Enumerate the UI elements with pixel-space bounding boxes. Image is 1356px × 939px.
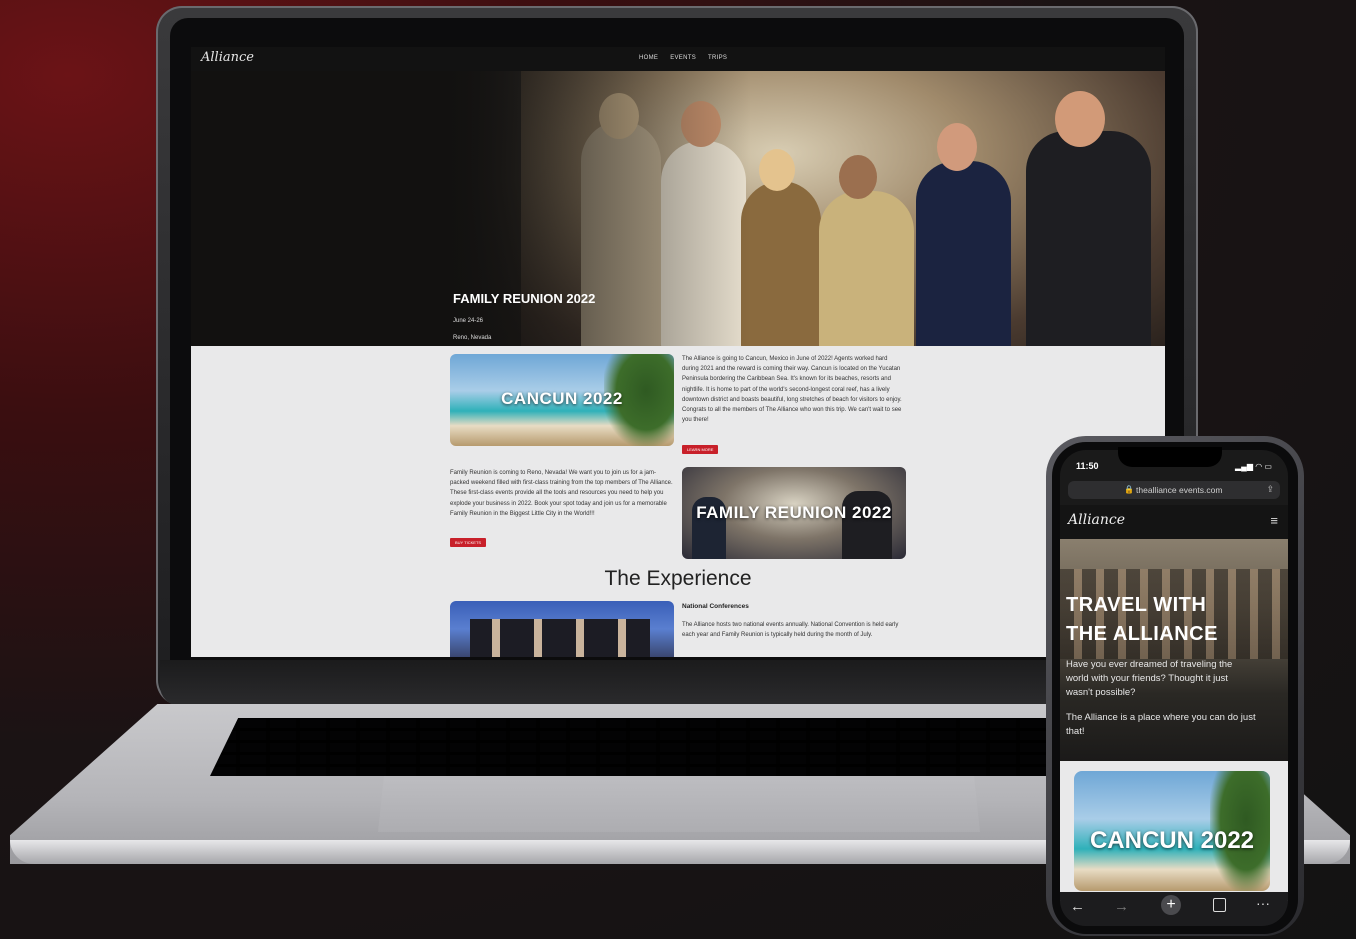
mobile-logo[interactable]: Alliance (1068, 512, 1125, 528)
address-bar[interactable]: 🔒 thealliance events.com ⇪ (1068, 481, 1280, 499)
reunion-image-label: FAMILY REUNION 2022 (696, 503, 892, 522)
experience-heading: The Experience (604, 567, 752, 590)
conferences-subtitle: National Conferences (682, 603, 749, 610)
hero-location: Reno, Nevada (453, 335, 492, 341)
site-logo[interactable]: Alliance (201, 50, 254, 65)
nav-links: HOME EVENTS TRIPS (639, 55, 727, 61)
cancun-image-label: CANCUN 2022 (501, 389, 623, 408)
nav-trips[interactable]: TRIPS (708, 55, 727, 61)
conference-image[interactable] (450, 601, 674, 657)
address-url: thealliance events.com (1136, 485, 1223, 495)
share-icon[interactable]: ⇪ (1266, 484, 1274, 495)
mobile-hero-title: TRAVEL WITH THE ALLIANCE (1066, 594, 1218, 645)
mobile-navbar: Alliance ≡ (1060, 505, 1288, 539)
lock-icon: 🔒 (1124, 485, 1134, 494)
nav-home[interactable]: HOME (639, 55, 658, 61)
laptop-keyboard (210, 718, 1148, 776)
cancun-text: The Alliance is going to Cancun, Mexico … (682, 356, 902, 424)
conferences-text: The Alliance hosts two national events a… (682, 622, 899, 639)
new-tab-icon[interactable]: + (1161, 895, 1181, 915)
mobile-cancun-label: CANCUN 2022 (1089, 827, 1255, 854)
phone-notch (1118, 447, 1222, 467)
more-options-icon[interactable]: ··· (1256, 895, 1270, 911)
mobile-hero-text: Have you ever dreamed of traveling the w… (1066, 659, 1233, 698)
hero-dates: June 24-26 (453, 318, 484, 324)
reunion-text: Family Reunion is coming to Reno, Nevada… (450, 470, 673, 517)
hamburger-menu-icon[interactable]: ≡ (1270, 513, 1278, 528)
status-time: 11:50 (1076, 461, 1099, 471)
mobile-cancun-image[interactable]: CANCUN 2022 (1074, 771, 1270, 891)
reunion-image[interactable]: FAMILY REUNION 2022 (682, 467, 906, 559)
hero-banner: FAMILY REUNION 2022 June 24-26 Reno, Nev… (191, 71, 1165, 346)
mobile-hero-text-2: The Alliance is a place where you can do… (1066, 712, 1256, 737)
desktop-navbar: Alliance HOME EVENTS TRIPS (191, 47, 1165, 71)
forward-arrow-icon[interactable]: → (1114, 898, 1129, 915)
laptop-trackpad (378, 776, 980, 832)
back-arrow-icon[interactable]: ← (1070, 898, 1085, 915)
status-icons: ▂▄▆ ◠ ▭ (1235, 462, 1272, 471)
desktop-website: Alliance HOME EVENTS TRIPS FAMILY REUNIO… (191, 47, 1165, 657)
mobile-hero: TRAVEL WITH THE ALLIANCE Have you ever d… (1060, 539, 1288, 761)
learn-more-button[interactable]: LEARN MORE (682, 445, 719, 454)
buy-tickets-button[interactable]: BUY TICKETS (450, 538, 487, 547)
nav-events[interactable]: EVENTS (670, 55, 696, 61)
hero-title: FAMILY REUNION 2022 (453, 291, 596, 306)
cancun-image[interactable]: CANCUN 2022 (450, 354, 674, 446)
laptop-chin (160, 660, 1194, 706)
tabs-icon[interactable] (1213, 898, 1226, 912)
mobile-website: 11:50 ▂▄▆ ◠ ▭ 🔒 thealliance events.com ⇪… (1060, 450, 1288, 926)
mobile-content: CANCUN 2022 (1060, 761, 1288, 901)
browser-toolbar: ← → + ··· (1060, 892, 1288, 926)
